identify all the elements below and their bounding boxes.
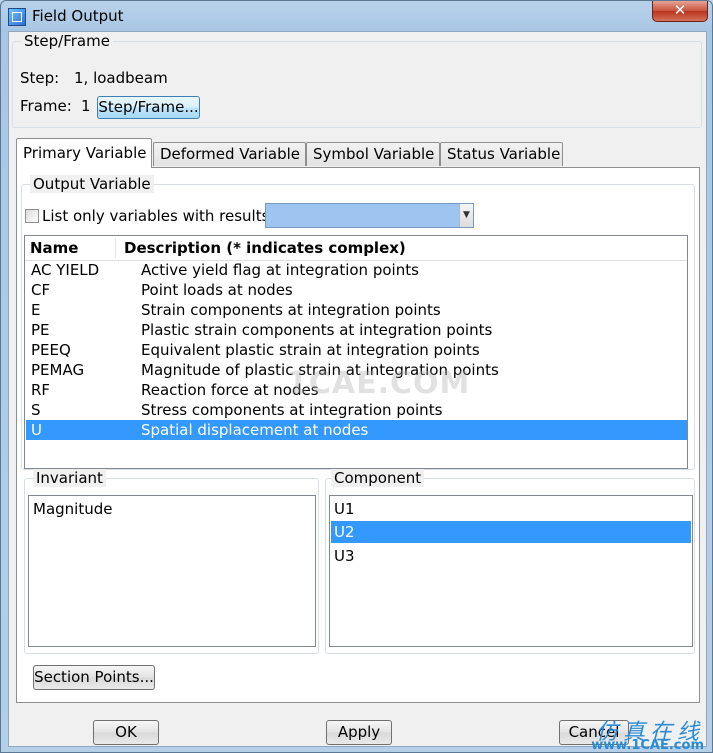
section-points-button[interactable]: Section Points... bbox=[33, 665, 155, 690]
row-description: Reaction force at nodes bbox=[141, 381, 319, 399]
table-row[interactable]: PE Plastic strain components at integrati… bbox=[26, 320, 687, 340]
step-frame-legend: Step/Frame bbox=[21, 32, 113, 50]
component-group: Component U1 U2 U3 bbox=[325, 469, 695, 654]
invariant-group: Invariant Magnitude bbox=[24, 469, 319, 654]
cancel-button[interactable]: Cancel bbox=[559, 720, 629, 745]
chevron-down-icon[interactable]: ▼ bbox=[459, 204, 473, 227]
dialog-body: Step/Frame Step: 1, loadbeam Frame: 1 St… bbox=[8, 31, 707, 747]
list-item[interactable]: Magnitude bbox=[30, 498, 314, 520]
row-name: E bbox=[31, 301, 41, 319]
table-row[interactable]: E Strain components at integration points bbox=[26, 300, 687, 320]
title-bar[interactable]: Field Output ✕ bbox=[1, 1, 712, 31]
primary-variable-panel: Output Variable List only variables with… bbox=[16, 167, 700, 703]
step-value: 1, loadbeam bbox=[74, 69, 168, 87]
step-frame-button[interactable]: Step/Frame... bbox=[97, 96, 200, 119]
row-description: Magnitude of plastic strain at integrati… bbox=[141, 361, 499, 379]
table-row[interactable]: S Stress components at integration points bbox=[26, 400, 687, 420]
ok-button[interactable]: OK bbox=[93, 720, 159, 745]
list-item[interactable]: U1 bbox=[331, 498, 691, 520]
row-name: U bbox=[31, 421, 42, 439]
row-description: Equivalent plastic strain at integration… bbox=[141, 341, 480, 359]
tab-primary-variable[interactable]: Primary Variable bbox=[16, 138, 152, 168]
column-divider[interactable] bbox=[115, 238, 116, 258]
column-header-description[interactable]: Description (* indicates complex) bbox=[124, 239, 406, 257]
row-description: Active yield flag at integration points bbox=[141, 261, 419, 279]
output-variable-legend: Output Variable bbox=[30, 175, 154, 193]
step-label: Step: bbox=[20, 69, 60, 87]
component-legend: Component bbox=[331, 469, 425, 487]
row-name: S bbox=[31, 401, 41, 419]
row-name: RF bbox=[31, 381, 51, 399]
table-row[interactable]: CF Point loads at nodes bbox=[26, 280, 687, 300]
app-icon bbox=[8, 8, 26, 26]
row-description: Stress components at integration points bbox=[141, 401, 443, 419]
table-header: Name Description (* indicates complex) bbox=[25, 236, 687, 261]
list-only-with-results-label: List only variables with results: bbox=[42, 207, 275, 225]
window-title: Field Output bbox=[32, 7, 124, 25]
table-row-selected[interactable]: U Spatial displacement at nodes bbox=[26, 420, 687, 440]
apply-button[interactable]: Apply bbox=[326, 720, 392, 745]
frame-value: 1 bbox=[81, 97, 91, 115]
invariant-legend: Invariant bbox=[33, 469, 106, 487]
output-variable-group: Output Variable List only variables with… bbox=[21, 175, 695, 470]
field-output-dialog: Field Output ✕ Step/Frame Step: 1, loadb… bbox=[0, 0, 713, 753]
table-row[interactable]: PEMAG Magnitude of plastic strain at inte… bbox=[26, 360, 687, 380]
tab-deformed-variable[interactable]: Deformed Variable bbox=[153, 142, 306, 166]
list-only-with-results-checkbox[interactable] bbox=[25, 209, 39, 223]
tab-symbol-variable[interactable]: Symbol Variable bbox=[306, 142, 440, 166]
list-item[interactable]: U3 bbox=[331, 545, 691, 567]
row-description: Plastic strain components at integration… bbox=[141, 321, 493, 339]
list-item-selected[interactable]: U2 bbox=[331, 521, 691, 543]
output-variable-table[interactable]: Name Description (* indicates complex) A… bbox=[24, 235, 688, 469]
column-header-name[interactable]: Name bbox=[30, 239, 78, 257]
row-description: Strain components at integration points bbox=[141, 301, 441, 319]
invariant-list[interactable]: Magnitude bbox=[28, 495, 316, 647]
row-name: AC YIELD bbox=[31, 261, 100, 279]
table-row[interactable]: RF Reaction force at nodes bbox=[26, 380, 687, 400]
row-name: CF bbox=[31, 281, 51, 299]
table-row[interactable]: PEEQ Equivalent plastic strain at integra… bbox=[26, 340, 687, 360]
table-row[interactable]: AC YIELD Active yield flag at integration… bbox=[26, 260, 687, 280]
row-name: PEMAG bbox=[31, 361, 85, 379]
row-name: PE bbox=[31, 321, 50, 339]
row-description: Spatial displacement at nodes bbox=[141, 421, 369, 439]
component-list[interactable]: U1 U2 U3 bbox=[329, 495, 693, 647]
row-name: PEEQ bbox=[31, 341, 71, 359]
tab-status-variable[interactable]: Status Variable bbox=[440, 142, 563, 166]
variable-tabs: Primary Variable Deformed Variable Symbo… bbox=[16, 138, 696, 168]
step-frame-group: Step/Frame Step: 1, loadbeam Frame: 1 St… bbox=[12, 32, 702, 128]
results-filter-combo[interactable]: ▼ bbox=[265, 203, 474, 228]
frame-label: Frame: bbox=[20, 97, 72, 115]
row-description: Point loads at nodes bbox=[141, 281, 293, 299]
close-button[interactable]: ✕ bbox=[652, 1, 708, 22]
